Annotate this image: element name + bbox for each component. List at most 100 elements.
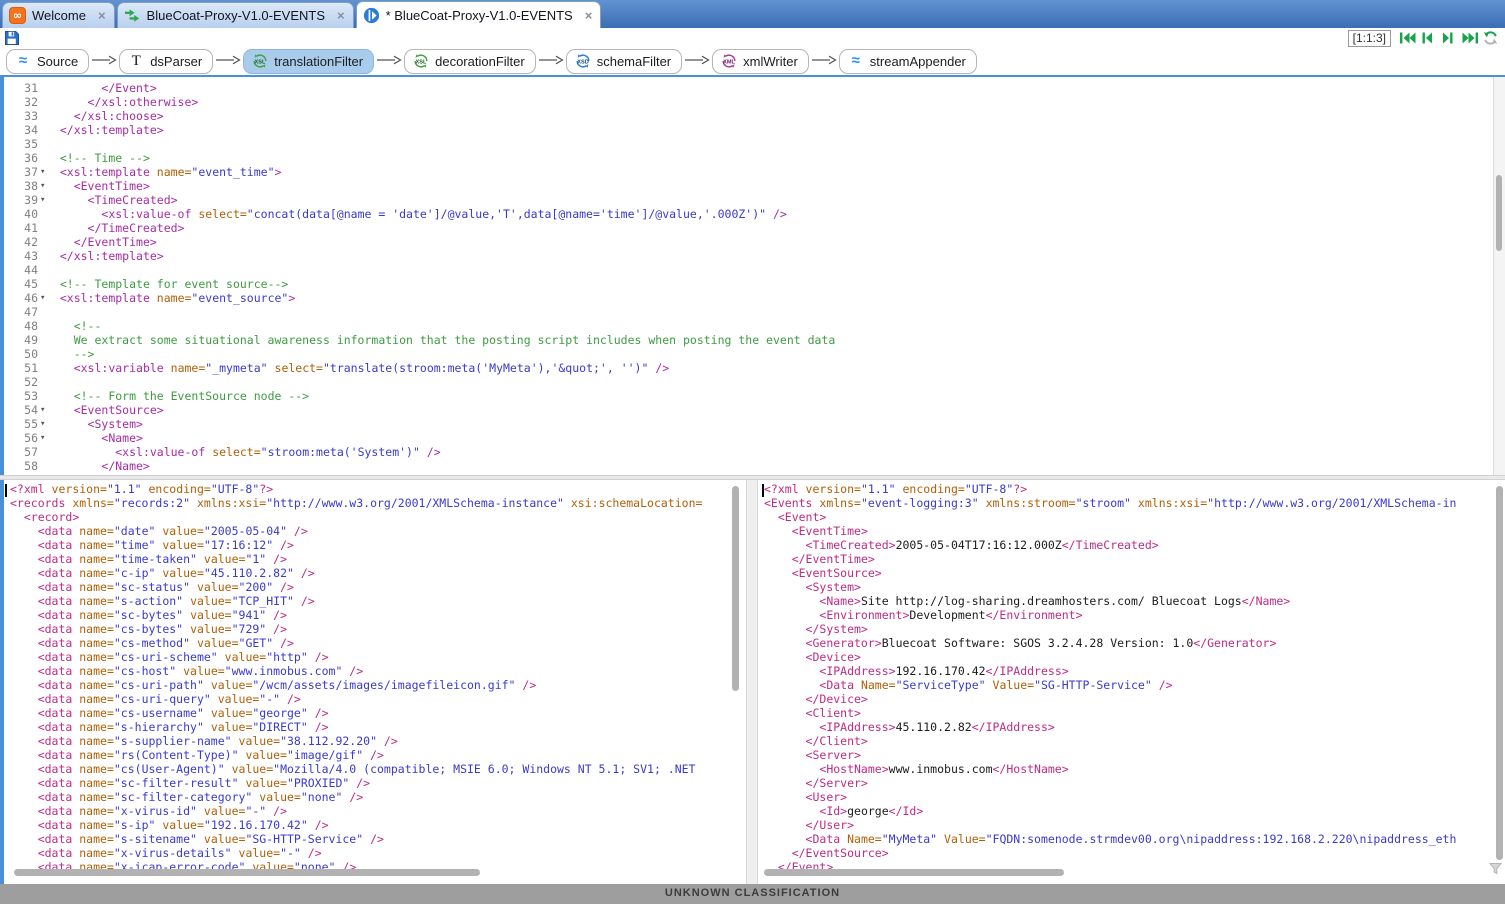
code-line: <data name="s-supplier-name" value="38.1… <box>4 734 746 748</box>
code-line: <?xml version="1.1" encoding="UTF-8"?> <box>4 482 746 496</box>
code-line: <EventSource> <box>758 566 1505 580</box>
line-number: 35 <box>0 137 38 151</box>
line-number: 36 <box>0 151 38 165</box>
code-line: </Client> <box>758 734 1505 748</box>
tab-bar: ∞Welcome×BlueCoat-Proxy-V1.0-EVENTS×* Bl… <box>0 0 1505 28</box>
step-forward-button[interactable] <box>1440 30 1459 46</box>
pipeline-element-xmlWriter[interactable]: XML xmlWriter <box>712 49 809 74</box>
code-line: <data name="cs-uri-scheme" value="http" … <box>4 650 746 664</box>
code-line: <records xmlns="records:2" xmlns:xsi="ht… <box>4 496 746 510</box>
line-number: 34 <box>0 123 38 137</box>
tab-label: * BlueCoat-Proxy-V1.0-EVENTS <box>386 8 573 23</box>
step-first-button[interactable] <box>1398 30 1417 46</box>
xsl-icon: XSL <box>252 53 268 69</box>
code-line: 37▾ <xsl:template name="event_time"> <box>0 165 1505 179</box>
line-number: 43 <box>0 249 38 263</box>
stepping-controls: [1:1:3] <box>1348 30 1501 47</box>
stepping-input-pane[interactable]: <?xml version="1.1" encoding="UTF-8"?><r… <box>0 480 746 884</box>
xslt-editor-vertical-scroll-track[interactable] <box>1493 77 1505 475</box>
pipeline-element-decorationFilter[interactable]: XSLdecorationFilter <box>404 49 536 74</box>
classification-text: UNKNOWN CLASSIFICATION <box>665 887 840 899</box>
step-backward-button[interactable] <box>1419 30 1438 46</box>
pipeline-icon <box>124 7 141 24</box>
pipeline-element-Source[interactable]: ≈Source <box>6 49 89 74</box>
save-icon[interactable] <box>4 30 20 46</box>
code-line: 38▾ <EventTime> <box>0 179 1505 193</box>
input-pane-horizontal-scroll-thumb[interactable] <box>14 869 480 876</box>
text-caret <box>5 484 7 497</box>
code-line: <User> <box>758 790 1505 804</box>
code-line: <data name="sc-filter-category" value="n… <box>4 790 746 804</box>
svg-text:XML: XML <box>723 59 735 65</box>
code-line: 48 <!-- <box>0 319 1505 333</box>
code-line: 53 <!-- Form the EventSource node --> <box>0 389 1505 403</box>
code-line: </Server> <box>758 776 1505 790</box>
tab-close-icon[interactable]: × <box>585 8 593 23</box>
tab-1[interactable]: ∞Welcome× <box>2 2 115 28</box>
code-line: <Data Name="MyMeta" Value="FQDN:somenode… <box>758 832 1505 846</box>
pipeline-link-arrow <box>684 53 710 71</box>
line-number: 41 <box>0 221 38 235</box>
code-line: <data name="cs-uri-path" value="/wcm/ass… <box>4 678 746 692</box>
code-line: 46▾ <xsl:template name="event_source"> <box>0 291 1505 305</box>
tab-3[interactable]: * BlueCoat-Proxy-V1.0-EVENTS × <box>356 1 602 28</box>
code-line: <data name="sc-filter-result" value="PRO… <box>4 776 746 790</box>
code-line: 34 </xsl:template> <box>0 123 1505 137</box>
pipeline-structure-bar: ≈SourceTdsParserXSLtranslationFilterXSLd… <box>0 48 1505 75</box>
tab-close-icon[interactable]: × <box>337 8 345 23</box>
tab-label: Welcome <box>32 8 86 23</box>
tab-2[interactable]: BlueCoat-Proxy-V1.0-EVENTS× <box>117 2 354 28</box>
code-line: 52 <box>0 375 1505 389</box>
xslt-code-editor[interactable]: 31 </Event>32 </xsl:otherwise>33 </xsl:c… <box>0 75 1505 475</box>
line-number: 56 <box>0 431 38 445</box>
code-line: <data name="sc-status" value="200" /> <box>4 580 746 594</box>
classification-banner: UNKNOWN CLASSIFICATION <box>0 884 1505 904</box>
code-line: <data name="x-virus-details" value="-" /… <box>4 846 746 860</box>
code-line: <EventTime> <box>758 524 1505 538</box>
code-line: 55▾ <System> <box>0 417 1505 431</box>
code-line: </EventTime> <box>758 552 1505 566</box>
line-number: 44 <box>0 263 38 277</box>
code-line: 36 <!-- Time --> <box>0 151 1505 165</box>
code-line: <data name="s-ip" value="192.16.170.42" … <box>4 818 746 832</box>
step-last-button[interactable] <box>1461 30 1480 46</box>
pipeline-link-arrow <box>376 53 402 71</box>
filter-icon[interactable] <box>1489 862 1502 878</box>
line-number: 39 <box>0 193 38 207</box>
code-line: 57 <xsl:value-of select="stroom:meta('Sy… <box>0 445 1505 459</box>
pipeline-element-translationFilter[interactable]: XSLtranslationFilter <box>243 49 374 74</box>
code-line: <Event> <box>758 510 1505 524</box>
code-line: <Client> <box>758 706 1505 720</box>
stepping-output-pane[interactable]: <?xml version="1.1" encoding="UTF-8"?><E… <box>758 480 1505 884</box>
pipeline-element-label: streamAppender <box>870 54 966 69</box>
code-line: <Environment>Development</Environment> <box>758 608 1505 622</box>
line-number: 37 <box>0 165 38 179</box>
code-line: 41 </TimeCreated> <box>0 221 1505 235</box>
code-line: 42 </EventTime> <box>0 235 1505 249</box>
code-line: <data name="cs-uri-query" value="-" /> <box>4 692 746 706</box>
code-line: </Device> <box>758 692 1505 706</box>
code-line: <IPAddress>45.110.2.82</IPAddress> <box>758 720 1505 734</box>
pipeline-element-schemaFilter[interactable]: XSDschemaFilter <box>566 49 682 74</box>
svg-text:XSL: XSL <box>255 59 266 65</box>
text-parser-icon: T <box>128 53 144 69</box>
xslt-editor-vertical-scroll-thumb[interactable] <box>1496 175 1502 251</box>
vertical-splitter[interactable] <box>746 480 758 884</box>
input-pane-vertical-scroll-thumb[interactable] <box>732 486 739 691</box>
line-number: 58 <box>0 459 38 473</box>
output-pane-horizontal-scroll-thumb[interactable] <box>764 869 1064 876</box>
pipeline-element-label: decorationFilter <box>435 54 525 69</box>
tab-close-icon[interactable]: × <box>98 8 106 23</box>
step-refresh-button[interactable] <box>1482 30 1501 46</box>
output-pane-vertical-scroll-thumb[interactable] <box>1496 486 1503 860</box>
pipeline-element-label: dsParser <box>150 54 202 69</box>
code-line: <data name="date" value="2005-05-04" /> <box>4 524 746 538</box>
line-number: 38 <box>0 179 38 193</box>
pipeline-element-label: xmlWriter <box>743 54 798 69</box>
code-line: <data name="time-taken" value="1" /> <box>4 552 746 566</box>
pipeline-element-streamAppender[interactable]: ≈streamAppender <box>839 49 977 74</box>
code-line: <Id>george</Id> <box>758 804 1505 818</box>
line-number: 57 <box>0 445 38 459</box>
pipeline-element-dsParser[interactable]: TdsParser <box>119 49 213 74</box>
code-line: 58 </Name> <box>0 459 1505 473</box>
